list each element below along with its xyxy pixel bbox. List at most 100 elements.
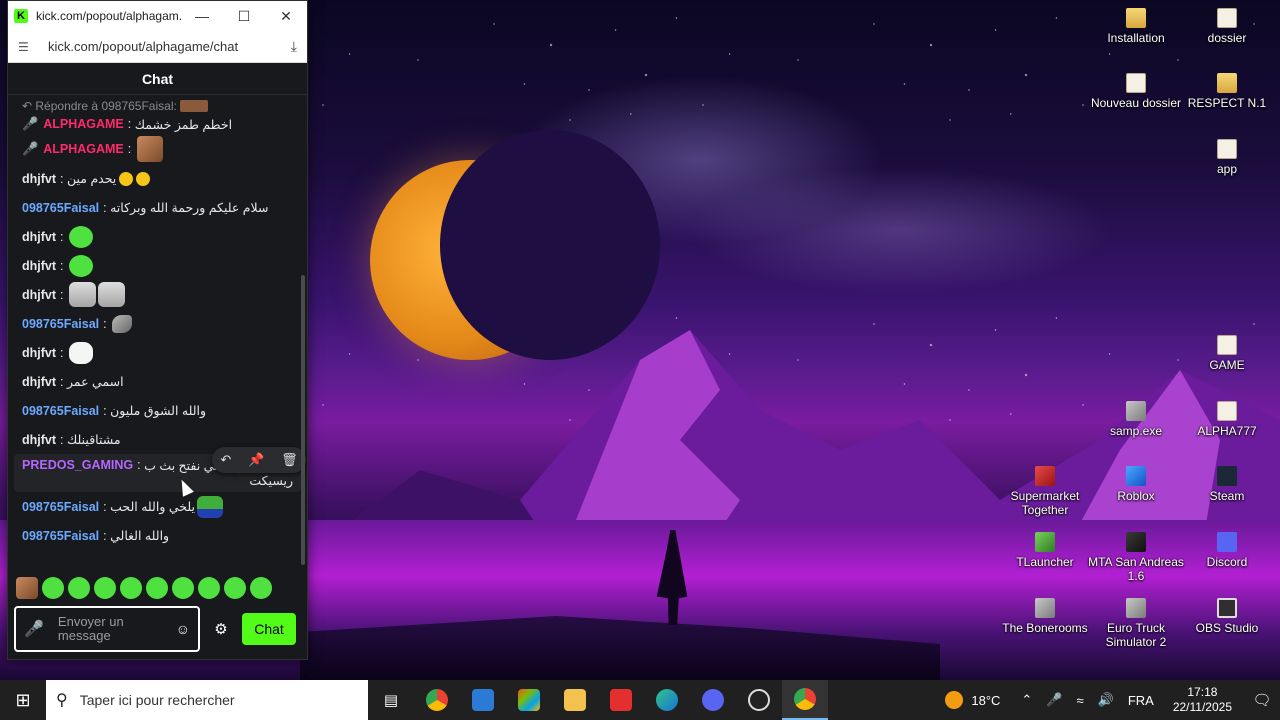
desktop-icon-label: Nouveau dossier — [1090, 96, 1182, 110]
close-button[interactable]: ✕ — [265, 1, 307, 31]
taskbar-discord[interactable] — [690, 680, 736, 720]
site-settings-icon[interactable]: ☰ — [18, 40, 34, 54]
steam-icon — [1217, 466, 1237, 486]
taskbar-edge[interactable] — [644, 680, 690, 720]
desktop-icon-roblox[interactable]: Roblox — [1088, 466, 1184, 503]
desktop-icon-mta[interactable]: MTA San Andreas 1.6 — [1088, 532, 1184, 583]
volume-icon[interactable]: 🔊 — [1098, 692, 1114, 708]
username[interactable]: dhjfvt — [22, 288, 56, 302]
green-emote-icon[interactable] — [94, 577, 116, 599]
chat-message: dhjfvt : يحدم مين — [22, 164, 293, 193]
username[interactable]: dhjfvt — [22, 230, 56, 244]
taskbar-clock[interactable]: 17:18 22/11/2025 — [1173, 685, 1232, 715]
microphone-icon[interactable]: 🎤 — [24, 619, 44, 639]
notification-icon[interactable]: 🗨 — [1244, 691, 1280, 709]
reply-icon[interactable]: ↶ — [220, 452, 231, 468]
download-icon[interactable]: ⤓ — [291, 38, 297, 55]
desktop-icon-app[interactable]: app — [1179, 139, 1275, 176]
desktop-icon-label: The Bonerooms — [1002, 621, 1088, 635]
wifi-icon[interactable]: ≈ — [1077, 693, 1084, 708]
desktop-icon-dossier[interactable]: dossier — [1179, 8, 1275, 45]
chat-message: dhjfvt : — [22, 280, 293, 309]
taskbar-chrome-profile[interactable] — [782, 680, 828, 720]
green-emote-icon[interactable] — [172, 577, 194, 599]
username[interactable]: ALPHAGAME — [43, 117, 124, 131]
desktop-icon-discord[interactable]: Discord — [1179, 532, 1275, 569]
edge-icon — [656, 689, 678, 711]
desktop-icon-euro-truck[interactable]: Euro Truck Simulator 2 — [1088, 598, 1184, 649]
green-emote-icon[interactable] — [68, 577, 90, 599]
desktop-icon-alpha777[interactable]: ALPHA777 — [1179, 401, 1275, 438]
temperature[interactable]: 18°C — [971, 693, 1000, 708]
desktop-icon-nouveau-dossier[interactable]: Nouveau dossier — [1088, 73, 1184, 110]
green-emote-icon[interactable] — [42, 577, 64, 599]
green-emote-icon[interactable] — [120, 577, 142, 599]
username[interactable]: dhjfvt — [22, 433, 56, 447]
emoji-picker-icon[interactable]: ☺ — [176, 621, 190, 637]
obs-icon — [1217, 598, 1237, 618]
chevron-up-icon[interactable]: ⌃ — [1021, 692, 1032, 708]
username[interactable]: dhjfvt — [22, 259, 56, 273]
desktop-icon-label: samp.exe — [1109, 424, 1163, 438]
address-bar[interactable]: ☰ kick.com/popout/alphagame/chat ⤓ — [8, 31, 307, 63]
username[interactable]: dhjfvt — [22, 375, 56, 389]
taskbar-store[interactable] — [506, 680, 552, 720]
green-emote-icon[interactable] — [250, 577, 272, 599]
start-windows-icon[interactable]: ⊞ — [0, 680, 46, 720]
send-chat-button[interactable]: Chat — [242, 613, 296, 645]
message-text: يلخي والله الحب — [110, 500, 195, 514]
roblox-icon — [1126, 466, 1146, 486]
desktop-icon-respect[interactable]: RESPECT N.1 — [1179, 73, 1275, 110]
chat-input-row: 🎤 Envoyer un message ☺ ⚙ Chat — [8, 603, 307, 655]
desktop-icon-supermarket-together[interactable]: Supermarket Together — [997, 466, 1093, 517]
chat-message-input[interactable]: 🎤 Envoyer un message ☺ — [14, 606, 200, 652]
desktop-icon-samp[interactable]: samp.exe — [1088, 401, 1184, 438]
username[interactable]: 098765Faisal — [22, 500, 99, 514]
desktop-icon-game[interactable]: GAME — [1179, 335, 1275, 372]
desktop-icon-installation[interactable]: Installation — [1088, 8, 1184, 45]
username[interactable]: 098765Faisal — [22, 201, 99, 215]
desktop-icon-the-bonerooms[interactable]: The Bonerooms — [997, 598, 1093, 635]
microphone-icon[interactable]: 🎤 — [1046, 692, 1062, 708]
window-title: kick.com/popout/alphagam... — [36, 9, 181, 23]
taskbar-speedtest[interactable] — [736, 680, 782, 720]
username[interactable]: PREDOS_GAMING — [22, 458, 133, 472]
username[interactable]: 098765Faisal — [22, 529, 99, 543]
username[interactable]: dhjfvt — [22, 172, 56, 186]
desktop-icon-steam[interactable]: Steam — [1179, 466, 1275, 503]
chat-message: 098765Faisal : سلام عليكم ورحمة الله وبر… — [22, 200, 269, 216]
desktop-icon-tlauncher[interactable]: TLauncher — [997, 532, 1093, 569]
gear-icon[interactable]: ⚙ — [200, 620, 242, 638]
taskbar-search-input[interactable]: ⚲ Taper ici pour rechercher — [46, 680, 368, 720]
language-indicator[interactable]: FRA — [1128, 693, 1154, 708]
pin-icon[interactable]: 📌 — [248, 452, 264, 468]
weather-sun-icon[interactable] — [945, 691, 964, 709]
message-text: سلام عليكم ورحمة الله وبركاته — [110, 201, 269, 215]
taskbar-chrome[interactable] — [414, 680, 460, 720]
chat-messages: ↶ Répondre à 098765Faisal: 🎤 ALPHAGAME :… — [8, 95, 307, 573]
desktop-icon-label: Steam — [1209, 489, 1245, 503]
taskbar-app-outlook[interactable] — [460, 680, 506, 720]
delete-icon[interactable]: 🗑 — [281, 452, 298, 468]
bonerooms-icon — [1035, 598, 1055, 618]
username[interactable]: 098765Faisal — [22, 404, 99, 418]
task-view-icon[interactable]: ▤ — [368, 680, 414, 720]
maximize-button[interactable]: ☐ — [223, 1, 265, 31]
green-emote-icon[interactable] — [198, 577, 220, 599]
chat-message: 098765Faisal : — [22, 309, 293, 338]
taskbar-wps[interactable] — [598, 680, 644, 720]
microphone-icon: 🎤 — [22, 141, 39, 156]
taskbar-explorer[interactable] — [552, 680, 598, 720]
chat-scrollbar[interactable] — [301, 275, 305, 565]
reply-label: Répondre à 098765Faisal: — [35, 98, 177, 113]
green-emote-icon[interactable] — [224, 577, 246, 599]
minimize-button[interactable]: — — [181, 1, 223, 31]
discord-icon — [702, 689, 724, 711]
face-emote-icon[interactable] — [16, 577, 38, 599]
username[interactable]: ALPHAGAME — [43, 142, 124, 156]
desktop-icon-obs-studio[interactable]: OBS Studio — [1179, 598, 1275, 635]
username[interactable]: dhjfvt — [22, 346, 56, 360]
green-emote-icon[interactable] — [146, 577, 168, 599]
username[interactable]: 098765Faisal — [22, 317, 99, 331]
pepe-emote-icon — [196, 495, 223, 518]
